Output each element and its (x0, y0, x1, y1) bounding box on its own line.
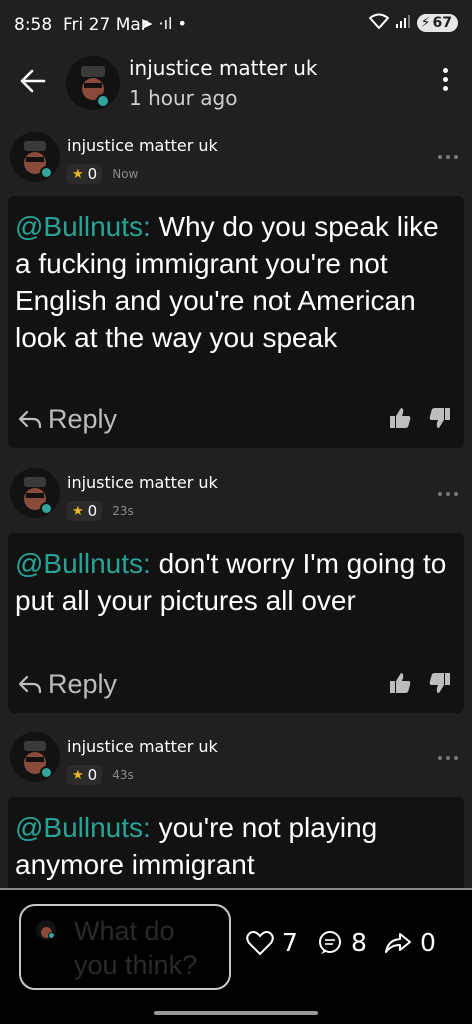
header-avatar[interactable] (66, 56, 120, 110)
page-subtitle: 1 hour ago (129, 86, 238, 110)
comment-card: @Bullnuts: don't worry I'm going to put … (8, 533, 464, 713)
comment-author[interactable]: injustice matter uk (67, 473, 218, 492)
comment-avatar[interactable] (10, 732, 60, 782)
comment-input-placeholder: What do you think? (74, 916, 198, 980)
back-arrow-icon (20, 69, 46, 93)
comment-text: @Bullnuts: you're not playing anymore im… (15, 812, 378, 880)
comment-author[interactable]: injustice matter uk (67, 737, 218, 756)
share-button[interactable]: 0 (384, 928, 436, 957)
back-button[interactable] (18, 66, 48, 96)
like-button[interactable]: 7 (246, 928, 298, 957)
reply-button[interactable]: Reply (18, 404, 117, 435)
star-icon: ★ (72, 503, 84, 519)
thumbs-down-icon[interactable] (428, 406, 452, 430)
star-icon: ★ (72, 166, 84, 182)
reply-icon (18, 410, 42, 428)
battery-indicator: ⚡ 67 (416, 14, 458, 32)
comment-avatar[interactable] (10, 132, 60, 182)
comment-bubble-icon (319, 930, 341, 954)
comment-menu-icon[interactable] (438, 492, 458, 496)
compose-avatar (36, 920, 56, 940)
mention-link[interactable]: @Bullnuts: (15, 548, 151, 579)
status-bar: 8:58 Fri 27 Mar ➤ ·ıl • ⚡ 67 (0, 0, 472, 52)
reply-icon (18, 675, 42, 693)
battery-bolt-icon: ⚡ (420, 15, 431, 31)
thumbs-down-icon[interactable] (428, 671, 452, 695)
comment-card: @Bullnuts: Why do you speak like a fucki… (8, 196, 464, 448)
bottom-divider (0, 888, 472, 890)
heart-icon (246, 930, 274, 955)
comment-author[interactable]: injustice matter uk (67, 136, 218, 155)
more-options-icon[interactable] (440, 68, 450, 98)
mention-link[interactable]: @Bullnuts: (15, 211, 151, 242)
comment-time: 23s (112, 504, 134, 518)
status-right: ⚡ 67 (368, 13, 458, 33)
comment-avatar[interactable] (10, 468, 60, 518)
wifi-icon (368, 13, 390, 33)
comment-time: 43s (112, 768, 134, 782)
page-title: injustice matter uk (129, 56, 318, 80)
comment-menu-icon[interactable] (438, 155, 458, 159)
thumbs-up-icon[interactable] (388, 406, 412, 430)
mention-link[interactable]: @Bullnuts: (15, 812, 151, 843)
reply-button[interactable]: Reply (18, 669, 117, 700)
comment-rating: ★ 0 23s (67, 501, 134, 521)
notification-icons: ➤ ·ıl • (140, 14, 187, 33)
star-icon: ★ (72, 767, 84, 783)
share-icon (385, 932, 411, 953)
status-time: 8:58 Fri 27 Mar (14, 15, 148, 35)
signal-icon (395, 14, 411, 32)
comment-text: @Bullnuts: Why do you speak like a fucki… (15, 211, 439, 353)
home-indicator (154, 1011, 318, 1015)
comment-menu-icon[interactable] (438, 756, 458, 760)
vote-buttons (388, 406, 452, 430)
comment-rating: ★ 0 43s (67, 765, 134, 785)
comment-text: @Bullnuts: don't worry I'm going to put … (15, 548, 447, 616)
thumbs-up-icon[interactable] (388, 671, 412, 695)
comment-time: Now (112, 167, 139, 181)
comment-rating: ★ 0 Now (67, 164, 138, 184)
comments-button[interactable]: 8 (317, 928, 367, 957)
vote-buttons (388, 671, 452, 695)
